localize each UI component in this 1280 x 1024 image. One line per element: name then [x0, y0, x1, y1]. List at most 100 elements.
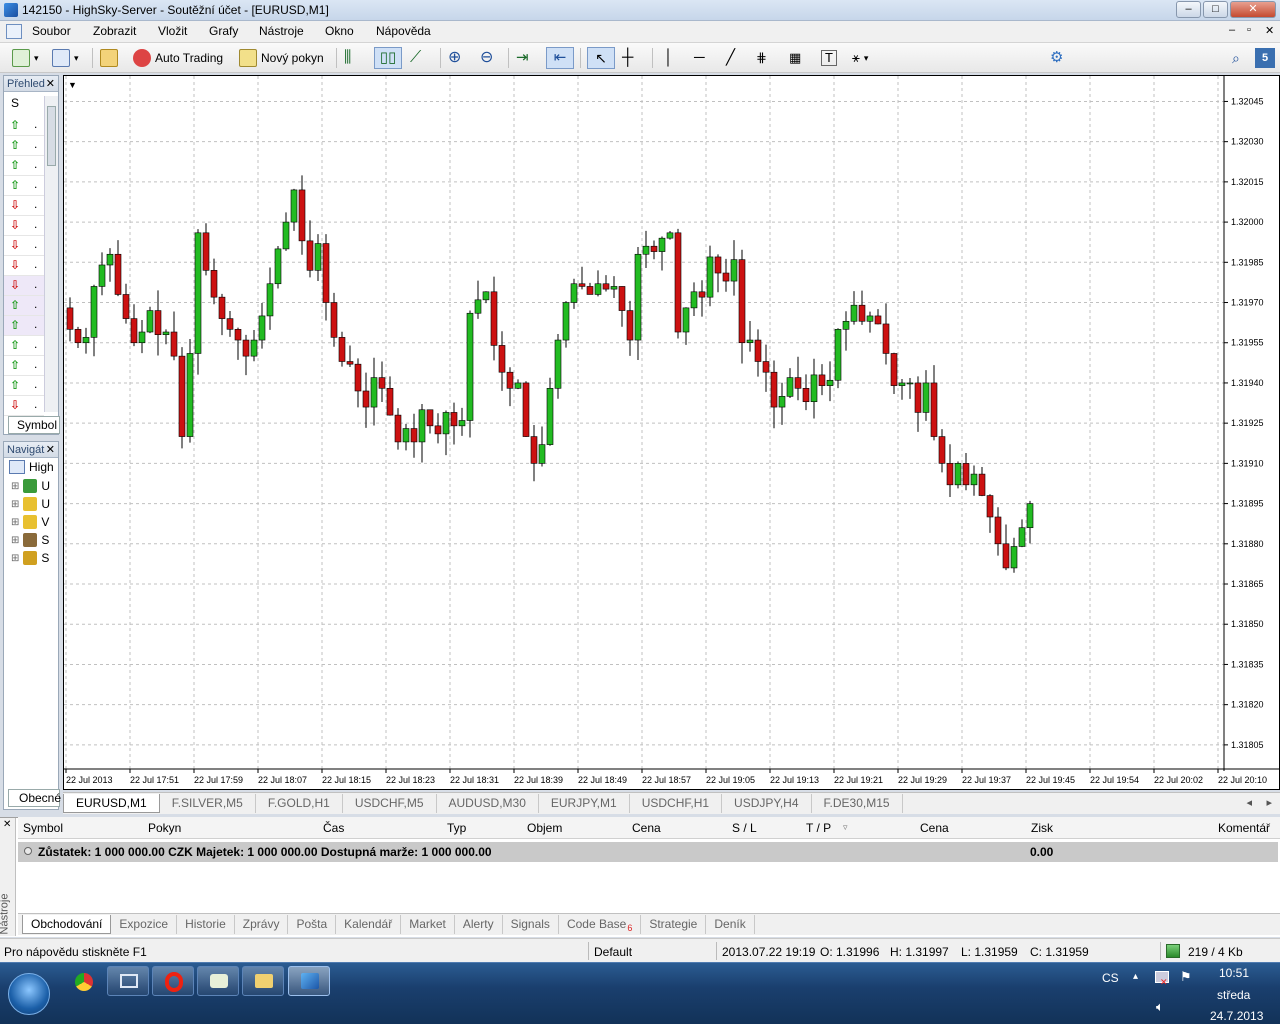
chart-tab[interactable]: F.DE30,M15: [812, 794, 903, 813]
terminal-tab[interactable]: Strategie: [641, 915, 707, 934]
chart-shift-button[interactable]: ⇤: [546, 47, 574, 69]
expand-icon[interactable]: ⊞: [11, 535, 19, 546]
column-tp[interactable]: T / P: [806, 821, 831, 835]
vertical-line-tool-button[interactable]: │: [664, 47, 673, 69]
candlestick-chart[interactable]: 1.32045 1.32030 1.32015 1.32000 1.31985 1.319…: [64, 76, 1279, 789]
new-chart-button[interactable]: ▾: [12, 47, 39, 69]
mdi-restore-button[interactable]: ▫: [1247, 24, 1251, 36]
terminal-tab[interactable]: Deník: [706, 915, 755, 934]
mdi-minimize-button[interactable]: –: [1229, 24, 1235, 36]
chart-tab[interactable]: USDCHF,H1: [630, 794, 723, 813]
market-watch-row[interactable]: ⇧.: [4, 116, 44, 136]
clock-time[interactable]: 10:51: [1219, 966, 1249, 980]
chart-tab[interactable]: EURUSD,M1: [63, 794, 160, 813]
column-cas[interactable]: Čas: [323, 821, 344, 835]
terminal-tab[interactable]: Signals: [503, 915, 559, 934]
close-button[interactable]: ✕: [1230, 1, 1276, 18]
menu-vlozit[interactable]: Vložit: [158, 24, 187, 38]
expand-icon[interactable]: ⊞: [11, 499, 19, 510]
expand-icon[interactable]: ⊞: [11, 481, 19, 492]
chart-tab[interactable]: USDJPY,H4: [722, 794, 812, 813]
volume-icon[interactable]: 🔈︎: [1156, 999, 1164, 1015]
text-tool-button[interactable]: T: [821, 50, 837, 66]
market-watch-row[interactable]: ⇩.: [4, 276, 44, 296]
taskbar-chat-button[interactable]: [197, 966, 239, 996]
taskbar-chrome-button[interactable]: [62, 966, 104, 996]
market-watch-row[interactable]: ⇩.: [4, 216, 44, 236]
chart-tab[interactable]: F.SILVER,M5: [160, 794, 256, 813]
channels-tool-button[interactable]: ▦: [789, 47, 801, 69]
search-icon[interactable]: ⌕: [1232, 47, 1240, 69]
market-watch-row[interactable]: ⇧.: [4, 296, 44, 316]
tab-symbol[interactable]: Symbol: [8, 416, 60, 434]
market-watch-row[interactable]: ⇧.: [4, 136, 44, 156]
mdi-close-button[interactable]: ✕: [1265, 24, 1274, 37]
language-indicator[interactable]: CS: [1102, 971, 1119, 985]
terminal-tab[interactable]: Obchodování: [22, 915, 112, 934]
menu-zobrazit[interactable]: Zobrazit: [93, 24, 136, 38]
column-typ[interactable]: Typ: [447, 821, 466, 835]
market-watch-row[interactable]: ⇩.: [4, 396, 44, 416]
metaquotes-5-icon[interactable]: 5: [1255, 48, 1275, 68]
navigator-close-icon[interactable]: ✕: [46, 443, 55, 456]
auto-scroll-button[interactable]: ⇥: [516, 47, 529, 69]
navigator-item[interactable]: ⊞ U: [11, 497, 50, 511]
column-cena[interactable]: Cena: [632, 821, 661, 835]
minimize-button[interactable]: –: [1176, 1, 1201, 18]
crosshair-tool-button[interactable]: ┼: [622, 47, 633, 69]
terminal-tab[interactable]: Alerty: [455, 915, 503, 934]
column-objem[interactable]: Objem: [527, 821, 562, 835]
column-symbol[interactable]: Symbol: [23, 821, 63, 835]
tray-expand-icon[interactable]: ▴: [1133, 971, 1138, 982]
menu-grafy[interactable]: Grafy: [209, 24, 238, 38]
market-watch-row[interactable]: ⇩.: [4, 236, 44, 256]
profiles-button[interactable]: ▾: [52, 47, 79, 69]
line-chart-button[interactable]: ⟋: [410, 47, 421, 69]
new-order-button[interactable]: Nový pokyn: [239, 47, 324, 69]
navigator-root[interactable]: High: [9, 460, 54, 474]
market-watch-button[interactable]: [100, 47, 118, 69]
market-watch-close-icon[interactable]: ✕: [46, 77, 55, 90]
market-watch-scrollbar[interactable]: [44, 96, 58, 412]
market-watch-row[interactable]: ⇧.: [4, 156, 44, 176]
terminal-tab[interactable]: Expozice: [111, 915, 178, 934]
taskbar-opera-button[interactable]: [152, 966, 194, 996]
trendline-tool-button[interactable]: ╱: [726, 47, 735, 69]
navigator-item[interactable]: ⊞ S: [11, 533, 49, 547]
navigator-item[interactable]: ⊞ V: [11, 515, 49, 529]
terminal-close-icon[interactable]: ✕: [3, 819, 11, 830]
terminal-tab[interactable]: Code Base6: [559, 915, 642, 934]
balance-row[interactable]: Zůstatek: 1 000 000.00 CZK Majetek: 1 00…: [18, 842, 1278, 862]
flag-icon[interactable]: ⚑: [1180, 969, 1192, 985]
bar-chart-button[interactable]: ⫼: [344, 47, 351, 69]
market-watch-row[interactable]: ⇧.: [4, 336, 44, 356]
column-pokyn[interactable]: Pokyn: [148, 821, 181, 835]
taskbar-metatrader-button[interactable]: [288, 966, 330, 996]
menu-nastroje[interactable]: Nástroje: [259, 24, 304, 38]
cursor-tool-button[interactable]: ↖: [587, 47, 615, 69]
column-sl[interactable]: S / L: [732, 821, 757, 835]
navigator-item[interactable]: ⊞ S: [11, 551, 49, 565]
navigator-item[interactable]: ⊞ U: [11, 479, 50, 493]
column-cena-current[interactable]: Cena: [920, 821, 949, 835]
horizontal-line-tool-button[interactable]: ─: [694, 47, 705, 69]
market-watch-row[interactable]: ⇩.: [4, 196, 44, 216]
chart-tab[interactable]: USDCHF,M5: [343, 794, 437, 813]
fibonacci-tool-button[interactable]: ⋕: [756, 47, 767, 69]
chart-tab[interactable]: AUDUSD,M30: [437, 794, 539, 813]
start-button[interactable]: [8, 973, 50, 1015]
menu-soubor[interactable]: Soubor: [32, 24, 71, 38]
terminal-tab[interactable]: Pošta: [288, 915, 337, 934]
auto-trading-button[interactable]: Auto Trading: [133, 47, 223, 69]
candlestick-chart-button[interactable]: ▯▯: [374, 47, 402, 69]
terminal-tab[interactable]: Kalendář: [336, 915, 402, 934]
taskbar-explorer-button[interactable]: [242, 966, 284, 996]
market-watch-row[interactable]: ⇧.: [4, 316, 44, 336]
market-watch-row[interactable]: ⇩.: [4, 256, 44, 276]
connection-icon[interactable]: [1166, 944, 1180, 958]
expand-icon[interactable]: ⊞: [11, 553, 19, 564]
expand-icon[interactable]: ⊞: [11, 517, 19, 528]
gear-icon[interactable]: ⚙: [1050, 47, 1063, 69]
market-watch-row[interactable]: ⇧.: [4, 176, 44, 196]
taskbar-window-button[interactable]: [107, 966, 149, 996]
